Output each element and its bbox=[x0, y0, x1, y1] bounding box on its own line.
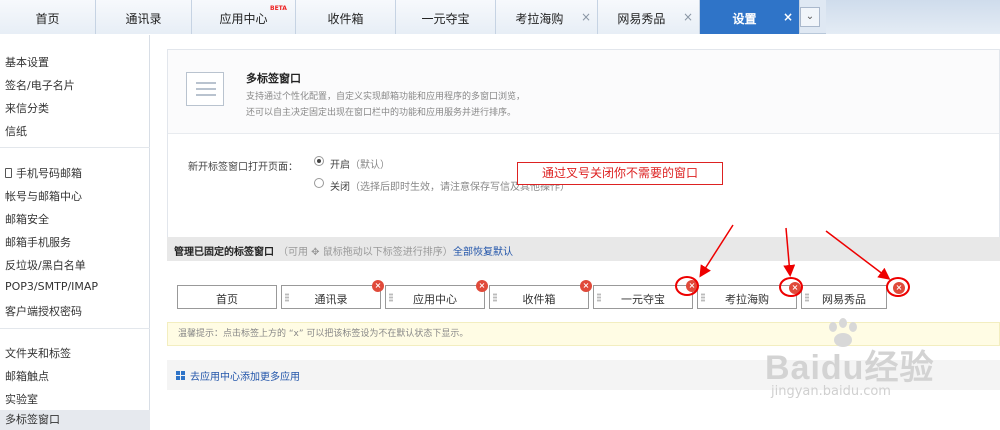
pinned-tab-app-center[interactable]: 应用中心 bbox=[385, 285, 485, 309]
sidebar-item-client-auth[interactable]: 客户端授权密码 bbox=[5, 303, 82, 319]
window-list-icon bbox=[186, 72, 224, 106]
radio-on[interactable] bbox=[314, 156, 324, 166]
watermark-url: jingyan.baidu.com bbox=[771, 384, 891, 399]
sidebar-item-signature[interactable]: 签名/电子名片 bbox=[5, 77, 75, 93]
app-center-link[interactable]: 去应用中心添加更多应用 bbox=[190, 368, 300, 383]
card-header: 多标签窗口 支持通过个性化配置，自定义实现邮箱功能和应用程序的多窗口浏览， 还可… bbox=[168, 50, 999, 134]
open-page-option-label: 新开标签窗口打开页面： bbox=[188, 162, 298, 173]
tab-kaola[interactable]: 考拉海购 × bbox=[496, 0, 598, 34]
tab-label: 网易秀品 bbox=[617, 12, 666, 26]
multitab-settings-card: 多标签窗口 支持通过个性化配置，自定义实现邮箱功能和应用程序的多窗口浏览， 还可… bbox=[167, 49, 1000, 255]
restore-defaults-link[interactable]: 全部恢复默认 bbox=[453, 243, 513, 258]
radio-off[interactable] bbox=[314, 178, 324, 188]
pinned-tab-xiupin[interactable]: 网易秀品 bbox=[801, 285, 887, 309]
manage-title: 管理已固定的标签窗口 bbox=[174, 247, 274, 258]
baidu-watermark: Baidu经验 jingyan.baidu.com bbox=[765, 318, 965, 408]
pinned-tab-contacts[interactable]: 通讯录 bbox=[281, 285, 381, 309]
tab-home[interactable]: 首页 bbox=[0, 0, 96, 34]
tabbar-background bbox=[826, 0, 1000, 34]
tab-label: 设置 bbox=[732, 12, 757, 26]
tab-label: 考拉海购 bbox=[515, 12, 564, 26]
close-icon[interactable]: × bbox=[476, 280, 488, 292]
tab-label: 一元夺宝 bbox=[421, 12, 470, 26]
pinned-tab-home[interactable]: 首页 bbox=[177, 285, 277, 309]
sidebar-item-antispam[interactable]: 反垃圾/黑白名单 bbox=[5, 257, 86, 273]
tab-inbox[interactable]: 收件箱 bbox=[296, 0, 396, 34]
annotation-callout: 通过叉号关闭你不需要的窗口 bbox=[517, 162, 723, 185]
sidebar-item-security[interactable]: 邮箱安全 bbox=[5, 211, 49, 227]
close-icon[interactable]: × bbox=[372, 280, 384, 292]
sidebar-item-filter[interactable]: 来信分类 bbox=[5, 100, 49, 116]
pinned-tab-label: 收件箱 bbox=[522, 293, 556, 306]
sidebar-divider bbox=[0, 147, 150, 148]
description-line-1: 支持通过个性化配置，自定义实现邮箱功能和应用程序的多窗口浏览， bbox=[246, 92, 526, 102]
sidebar-item-mobile-service[interactable]: 邮箱手机服务 bbox=[5, 234, 71, 250]
watermark-brand: Baidu经验 bbox=[765, 349, 935, 387]
radio-on-label[interactable]: 开启（默认） bbox=[330, 156, 390, 171]
tab-label: 首页 bbox=[35, 12, 60, 26]
sidebar-item-folders[interactable]: 文件夹和标签 bbox=[5, 345, 71, 361]
sidebar-item-phone-mail[interactable]: 手机号码邮箱 bbox=[5, 165, 82, 181]
sidebar-item-basic[interactable]: 基本设置 bbox=[5, 54, 49, 70]
app-grid-icon bbox=[176, 371, 185, 380]
tab-label: 收件箱 bbox=[327, 12, 364, 26]
settings-sidebar: 基本设置 签名/电子名片 来信分类 信纸 手机号码邮箱 帐号与邮箱中心 邮箱安全… bbox=[0, 35, 150, 430]
sidebar-item-account-center[interactable]: 帐号与邮箱中心 bbox=[5, 188, 82, 204]
pinned-tab-label: 首页 bbox=[216, 293, 238, 306]
sidebar-item-stationery[interactable]: 信纸 bbox=[5, 123, 27, 139]
phone-icon bbox=[5, 168, 12, 178]
pinned-tab-label: 应用中心 bbox=[413, 293, 457, 306]
sidebar-item-label: 手机号码邮箱 bbox=[16, 167, 82, 180]
sidebar-item-multitab[interactable]: 多标签窗口 bbox=[0, 410, 150, 430]
tab-xiupin[interactable]: 网易秀品 × bbox=[598, 0, 700, 34]
description-line-2: 还可以自主决定固定出现在窗口栏中的功能和应用服务并进行排序。 bbox=[246, 108, 517, 118]
manage-pinned-bar: 管理已固定的标签窗口 （可用 ✥ 鼠标拖动以下标签进行排序） 全部恢复默认 bbox=[167, 237, 1000, 261]
more-tabs-button[interactable]: ⌄ bbox=[800, 7, 820, 27]
drag-hint: （可用 ✥ 鼠标拖动以下标签进行排序） bbox=[278, 247, 453, 258]
tab-app-center[interactable]: 应用中心 BETA bbox=[192, 0, 296, 34]
sidebar-item-pop3[interactable]: POP3/SMTP/IMAP bbox=[5, 280, 98, 293]
close-icon[interactable]: × bbox=[683, 10, 693, 24]
page-title: 多标签窗口 bbox=[246, 72, 301, 85]
pinned-tab-inbox[interactable]: 收件箱 bbox=[489, 285, 589, 309]
pinned-tab-label: 网易秀品 bbox=[822, 293, 866, 306]
beta-badge: BETA bbox=[270, 5, 287, 12]
sidebar-divider bbox=[0, 328, 150, 329]
tab-label: 应用中心 bbox=[219, 12, 268, 26]
pinned-tab-label: 一元夺宝 bbox=[621, 293, 665, 306]
close-icon[interactable]: × bbox=[581, 10, 591, 24]
sidebar-item-lab[interactable]: 实验室 bbox=[5, 391, 38, 407]
tab-yiyuan[interactable]: 一元夺宝 bbox=[396, 0, 496, 34]
tab-contacts[interactable]: 通讯录 bbox=[96, 0, 192, 34]
sidebar-item-touchpoints[interactable]: 邮箱触点 bbox=[5, 368, 49, 384]
pinned-tab-label: 通讯录 bbox=[314, 293, 348, 306]
highlight-circle bbox=[675, 276, 699, 296]
highlight-circle bbox=[779, 277, 803, 297]
tab-label: 通讯录 bbox=[125, 12, 162, 26]
close-icon[interactable]: × bbox=[783, 10, 793, 24]
highlight-circle bbox=[886, 277, 910, 297]
close-icon[interactable]: × bbox=[580, 280, 592, 292]
top-tab-bar: 首页 通讯录 应用中心 BETA 收件箱 一元夺宝 考拉海购 × 网易秀品 × … bbox=[0, 0, 1000, 34]
tab-settings[interactable]: 设置 × bbox=[700, 0, 800, 34]
